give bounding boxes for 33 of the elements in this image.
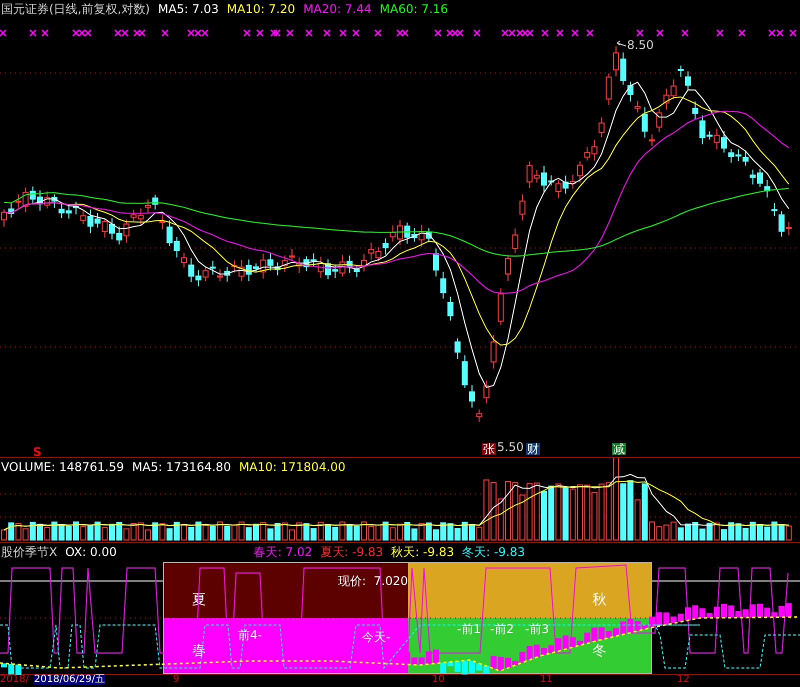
indicator-value: MA10: 7.20 [226, 2, 296, 16]
indicator-value: MA20: 7.44 [303, 2, 372, 16]
signal-badge: 减 [612, 443, 626, 455]
indicator-value: MA10: 171804.00 [238, 460, 346, 474]
indicator-value: 秋天: -9.83 [391, 544, 454, 560]
season-label: 冬 [592, 642, 606, 660]
signal-badge: 财 [526, 443, 540, 455]
axis-label: 9 [173, 675, 180, 685]
signal-label: S [33, 446, 42, 458]
day-label: 前4- [238, 629, 262, 641]
indicator-value: OX: 0.00 [65, 545, 117, 559]
axis-label: 2018/ [0, 675, 29, 685]
signal-badge: 张 [482, 443, 496, 455]
axis-label: 11 [540, 675, 553, 685]
day-label: 今天- [362, 631, 390, 643]
indicator-value: MA60: 7.16 [380, 2, 448, 16]
axis-label: 12 [677, 675, 690, 685]
indicator-value: MA5: 7.03 [158, 2, 219, 16]
day-label: -前1 [457, 623, 481, 635]
indicator-value: 夏天: -9.83 [320, 544, 384, 560]
season-label: 秋 [592, 591, 606, 609]
indicator-value: 冬天: -9.83 [462, 544, 525, 560]
price-label: 8.50 [627, 39, 654, 51]
indicator-value: VOLUME: 148761.59 [1, 460, 124, 474]
cursor-date: 2018/06/29/五 [34, 675, 106, 685]
day-label: -前3 [525, 623, 549, 635]
chart-title: 股价季节X [1, 544, 58, 560]
indicator-value: 春天: 7.02 [254, 544, 312, 560]
axis-label: 10 [432, 675, 445, 685]
day-label: -前2 [490, 623, 514, 635]
price-label: 5.50 [497, 441, 524, 453]
indicator-value: MA5: 173164.80 [132, 460, 231, 474]
chart-title: 国元证券(日线,前复权,对数) [1, 0, 150, 18]
